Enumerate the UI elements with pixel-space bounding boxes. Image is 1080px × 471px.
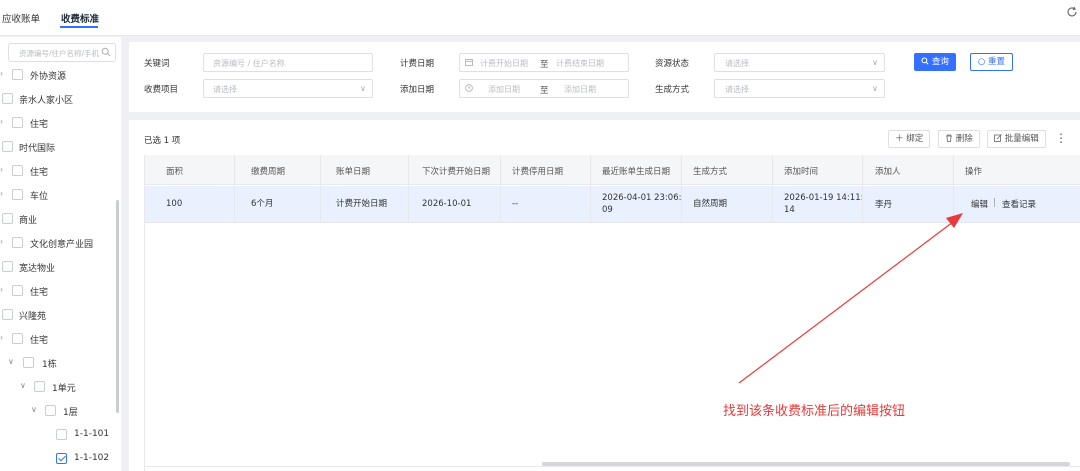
annotation-arrow xyxy=(738,213,963,384)
annotation-text: 找到该条收费标准后的编辑按钮 xyxy=(723,404,906,419)
